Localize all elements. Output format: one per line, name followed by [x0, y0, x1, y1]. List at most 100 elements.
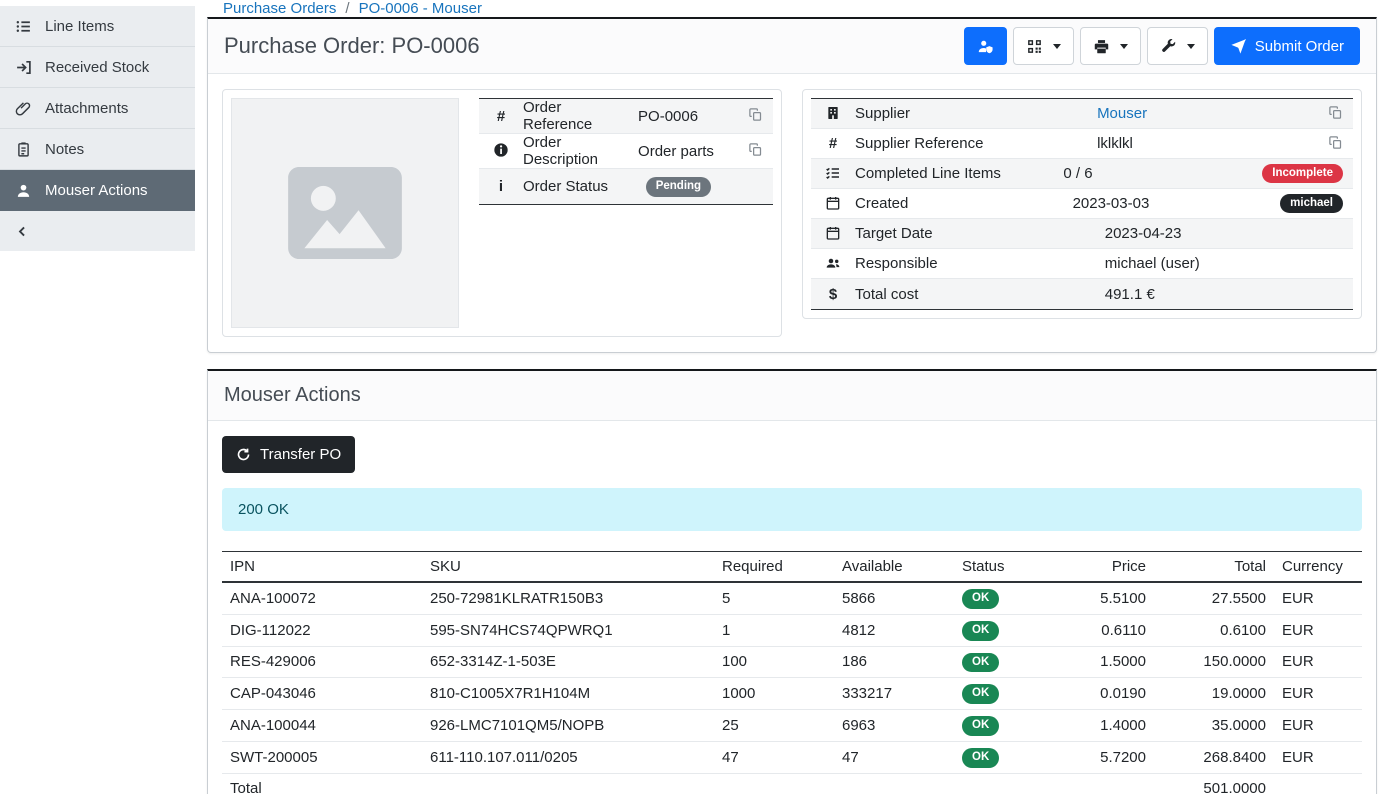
- cell-total: 268.8400: [1154, 741, 1274, 773]
- detail-row-order-reference: # Order Reference PO-0006: [479, 99, 773, 134]
- page-title: Purchase Order: PO-0006: [224, 33, 480, 59]
- purchase-order-panel-header: Purchase Order: PO-0006: [208, 19, 1376, 74]
- sidebar-item-received-stock[interactable]: Received Stock: [0, 47, 195, 88]
- transfer-po-button[interactable]: Transfer PO: [222, 436, 355, 473]
- clipboard-icon: [15, 141, 32, 158]
- image-placeholder-icon: [280, 148, 410, 278]
- cell-price: 1.5000: [1044, 646, 1154, 678]
- dollar-icon: $: [821, 286, 845, 303]
- cell-status: OK: [954, 582, 1044, 614]
- user-icon: [15, 182, 32, 199]
- mouser-actions-panel-header: Mouser Actions: [208, 371, 1376, 421]
- user-badge: michael: [1280, 194, 1343, 214]
- detail-label: Total cost: [855, 286, 1097, 303]
- cell-total: 0.6100: [1154, 614, 1274, 646]
- cell-price: 0.6110: [1044, 614, 1154, 646]
- mouser-actions-panel: Mouser Actions Transfer PO 200 OK IPN: [207, 369, 1377, 794]
- sidebar-item-label: Notes: [45, 141, 84, 158]
- cell-sku: 250-72981KLRATR150B3: [422, 582, 714, 614]
- supplier-link[interactable]: Mouser: [1097, 105, 1147, 122]
- mouser-actions-panel-body: Transfer PO 200 OK IPN SKU Required Avai…: [208, 421, 1376, 794]
- copy-icon[interactable]: [748, 107, 763, 125]
- detail-label: Responsible: [855, 255, 1097, 272]
- detail-row-target-date: Target Date 2023-04-23: [811, 219, 1353, 249]
- detail-value: lklklkl: [1097, 135, 1320, 152]
- purchase-order-panel: Purchase Order: PO-0006: [207, 17, 1377, 353]
- cell-price: 0.0190: [1044, 678, 1154, 710]
- cell-ipn: SWT-200005: [222, 741, 422, 773]
- sidebar-item-label: Attachments: [45, 100, 128, 117]
- incomplete-badge: Incomplete: [1262, 164, 1343, 184]
- cell-ipn: RES-429006: [222, 646, 422, 678]
- detail-label: Order Reference: [523, 99, 630, 133]
- detail-value: PO-0006: [638, 108, 740, 125]
- barcode-actions-button[interactable]: [1013, 27, 1074, 65]
- sidebar-item-label: Received Stock: [45, 59, 149, 76]
- cell-status: OK: [954, 678, 1044, 710]
- detail-row-completed-line-items: Completed Line Items 0 / 6 Incomplete: [811, 159, 1353, 189]
- breadcrumb-separator: /: [345, 0, 349, 17]
- copy-icon[interactable]: [1328, 105, 1343, 123]
- cell-status: OK: [954, 710, 1044, 742]
- print-actions-button[interactable]: [1080, 27, 1141, 65]
- sidebar: Line Items Received Stock Attachments No…: [0, 0, 195, 794]
- cell-ipn: CAP-043046: [222, 678, 422, 710]
- cell-ipn: ANA-100072: [222, 582, 422, 614]
- line-items-tbody: ANA-100072250-72981KLRATR150B355866OK5.5…: [222, 582, 1362, 773]
- col-header-required: Required: [714, 552, 834, 583]
- cell-ipn: DIG-112022: [222, 614, 422, 646]
- copy-icon[interactable]: [1328, 135, 1343, 153]
- cell-status: OK: [954, 614, 1044, 646]
- cell-required: 1: [714, 614, 834, 646]
- sidebar-item-mouser-actions[interactable]: Mouser Actions: [0, 170, 195, 211]
- col-header-total: Total: [1154, 552, 1274, 583]
- detail-row-created: Created 2023-03-03 michael: [811, 189, 1353, 219]
- cell-available: 4812: [834, 614, 954, 646]
- sidebar-item-label: Mouser Actions: [45, 182, 148, 199]
- submit-order-button[interactable]: Submit Order: [1214, 27, 1360, 65]
- caret-down-icon: [1187, 44, 1195, 49]
- hash-icon: #: [489, 108, 513, 125]
- sidebar-collapse-button[interactable]: [0, 211, 195, 251]
- col-header-status: Status: [954, 552, 1044, 583]
- sidebar-item-line-items[interactable]: Line Items: [0, 6, 195, 47]
- copy-icon[interactable]: [748, 142, 763, 160]
- sidebar-item-notes[interactable]: Notes: [0, 129, 195, 170]
- info-icon: i: [489, 178, 513, 195]
- sidebar-item-attachments[interactable]: Attachments: [0, 88, 195, 129]
- cell-price: 5.5100: [1044, 582, 1154, 614]
- cell-sku: 926-LMC7101QM5/NOPB: [422, 710, 714, 742]
- order-image-placeholder[interactable]: [231, 98, 459, 328]
- printer-icon: [1093, 38, 1110, 55]
- status-ok-badge: OK: [962, 748, 999, 768]
- status-ok-badge: OK: [962, 653, 999, 673]
- cell-sku: 652-3314Z-1-503E: [422, 646, 714, 678]
- detail-row-total-cost: $ Total cost 491.1 €: [811, 279, 1353, 309]
- cell-available: 5866: [834, 582, 954, 614]
- detail-label: Completed Line Items: [855, 165, 1055, 182]
- mouser-actions-title: Mouser Actions: [224, 384, 361, 407]
- cell-status: OK: [954, 646, 1044, 678]
- cell-available: 47: [834, 741, 954, 773]
- line-item-row: ANA-100044926-LMC7101QM5/NOPB256963OK1.4…: [222, 710, 1362, 742]
- cell-currency: EUR: [1274, 710, 1362, 742]
- line-item-row: DIG-112022595-SN74HCS74QPWRQ114812OK0.61…: [222, 614, 1362, 646]
- info-circle-icon: [489, 142, 513, 160]
- breadcrumb-link-current-order[interactable]: PO-0006 - Mouser: [359, 0, 482, 17]
- refresh-icon: [236, 447, 251, 462]
- cell-available: 333217: [834, 678, 954, 710]
- detail-value: 491.1 €: [1105, 286, 1335, 303]
- line-item-row: RES-429006652-3314Z-1-503E100186OK1.5000…: [222, 646, 1362, 678]
- wrench-icon: [1160, 38, 1177, 55]
- detail-label: Created: [855, 195, 1065, 212]
- total-row: Total 501.0000: [222, 773, 1362, 794]
- breadcrumb-link-purchase-orders[interactable]: Purchase Orders: [223, 0, 336, 17]
- order-options-button[interactable]: [1147, 27, 1208, 65]
- line-items-table-footer: Total 501.0000: [222, 773, 1362, 794]
- cell-currency: EUR: [1274, 678, 1362, 710]
- line-item-row: ANA-100072250-72981KLRATR150B355866OK5.5…: [222, 582, 1362, 614]
- cell-available: 186: [834, 646, 954, 678]
- detail-row-responsible: Responsible michael (user): [811, 249, 1353, 279]
- admin-users-button[interactable]: [964, 27, 1007, 65]
- status-alert: 200 OK: [222, 488, 1362, 531]
